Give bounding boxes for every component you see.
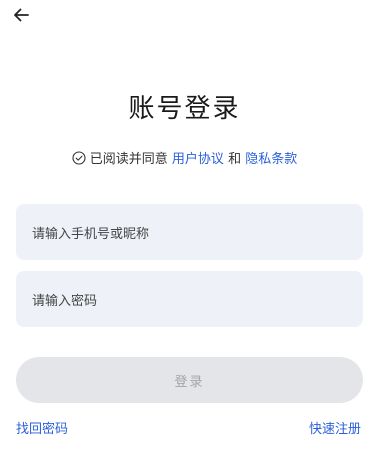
circle-check-icon[interactable] bbox=[72, 150, 86, 165]
privacy-link[interactable]: 隐私条款 bbox=[245, 148, 297, 167]
username-input[interactable]: 请输入手机号或昵称 bbox=[16, 204, 363, 260]
register-link[interactable]: 快速注册 bbox=[309, 418, 361, 437]
terms-link[interactable]: 用户协议 bbox=[172, 148, 224, 167]
forgot-password-link[interactable]: 找回密码 bbox=[16, 418, 68, 437]
page-title: 账号登录 bbox=[128, 94, 241, 124]
arrow-left-icon bbox=[14, 8, 29, 22]
password-input[interactable]: 请输入密码 bbox=[16, 271, 363, 327]
password-placeholder: 请输入密码 bbox=[32, 293, 98, 309]
username-placeholder: 请输入手机号或昵称 bbox=[32, 226, 150, 242]
back-button[interactable] bbox=[10, 4, 32, 26]
agreement-prefix: 已阅读并同意 bbox=[89, 152, 168, 167]
agreement-row: 已阅读并同意 用户协议 和 隐私条款 bbox=[0, 148, 369, 167]
login-button[interactable]: 登录 bbox=[16, 357, 363, 403]
agreement-connector: 和 bbox=[228, 152, 242, 167]
